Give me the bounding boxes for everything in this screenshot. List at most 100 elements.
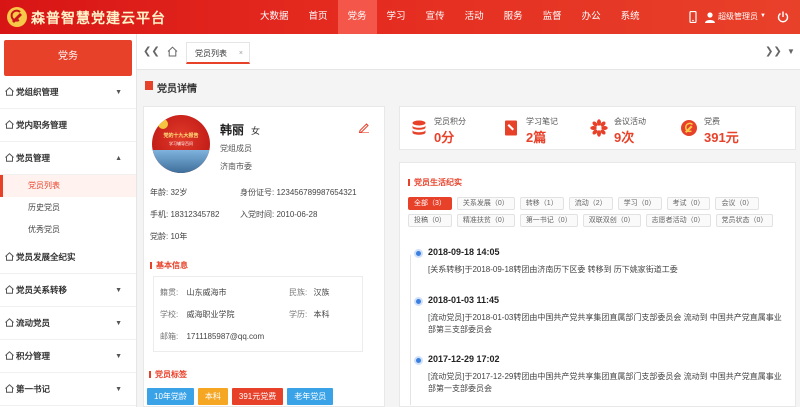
sidebar-item-label: 党组织管理 (16, 87, 59, 97)
home-icon (5, 120, 14, 129)
join-date-label: 入党时间: (240, 210, 275, 219)
edit-icon[interactable] (358, 121, 370, 133)
profile-card: 党的十九大报告 学习辅导百问 韩丽 女 党组成员 济南市委 年龄: 32岁 身份… (143, 106, 385, 407)
filter-first-secretary[interactable]: 第一书记（0） (519, 214, 578, 227)
filter-study[interactable]: 学习（0） (617, 197, 662, 210)
tab-bar: ❮❮ 党员列表 × ❯❯ ▼ (137, 34, 800, 70)
mobile-icon[interactable] (687, 11, 699, 23)
chevron-down-icon: ▼ (115, 287, 122, 294)
sidebar-item-label: 党员发展全纪实 (16, 252, 76, 262)
stat-value: 0分 (434, 130, 455, 145)
nav-item-study[interactable]: 学习 (377, 0, 416, 34)
nav-item-activity[interactable]: 活动 (455, 0, 494, 34)
join-date-value: 2010-06-28 (276, 210, 318, 219)
member-tags: 10年党龄 本科 391元党费 老年党员 (147, 388, 334, 405)
id-label: 身份证号: (240, 188, 275, 197)
sidebar-item-org-management[interactable]: 党组织管理 ▼ (0, 76, 136, 109)
filter-member-status[interactable]: 党员状态（0） (715, 214, 774, 227)
age-value: 32岁 (170, 188, 188, 197)
chevron-down-icon[interactable]: ▼ (787, 47, 795, 56)
member-role: 党组成员 (220, 144, 252, 153)
chevron-down-icon[interactable]: ▼ (760, 13, 766, 19)
nav-item-office[interactable]: 办公 (572, 0, 611, 34)
filter-exam[interactable]: 考试（0） (666, 197, 711, 210)
chevron-down-icon: ▼ (115, 386, 122, 393)
phone-row: 手机: 18312345782 (150, 209, 219, 220)
nav-item-supervision[interactable]: 监督 (533, 0, 572, 34)
school-label: 学校: (160, 310, 179, 319)
degree-label: 学历: (289, 310, 308, 319)
nav-item-bigdata[interactable]: 大数据 (250, 0, 299, 34)
school-row: 学校: 威海职业学院 (160, 309, 234, 320)
database-icon (412, 120, 426, 135)
timeline-dot (414, 356, 423, 365)
sidebar-item-label: 流动党员 (16, 318, 51, 328)
filter-submission[interactable]: 投稿（0） (408, 214, 452, 227)
sidebar-item-floating-members[interactable]: 流动党员 ▼ (0, 307, 136, 340)
filter-meeting[interactable]: 会议（0） (715, 197, 760, 210)
sidebar: 党务 党组织管理 ▼ 党内职务管理 党员管理 ▲ 党员列表 历史党员 优秀党员 … (0, 34, 137, 407)
nav-item-publicity[interactable]: 宣传 (416, 0, 455, 34)
sidebar-item-points-management[interactable]: 积分管理 ▼ (0, 340, 136, 373)
sidebar-header: 党务 (4, 40, 132, 76)
tab-label: 党员列表 (195, 49, 227, 58)
party-age-value: 10年 (170, 232, 188, 241)
event-text: [流动党员]于2018-01-03转团由中国共产党共享集团直属部门支部委员会 流… (428, 313, 782, 334)
event-date: 2017-12-29 17:02 (428, 354, 500, 364)
close-icon[interactable]: × (239, 43, 243, 65)
tab-member-list[interactable]: 党员列表 × (186, 42, 250, 64)
filter-relation[interactable]: 关系发展（0） (456, 197, 515, 210)
sidebar-item-development-record[interactable]: 党员发展全纪实 (0, 241, 136, 274)
nav-item-home[interactable]: 首页 (299, 0, 338, 34)
degree-value: 本科 (313, 310, 330, 319)
user-icon[interactable] (704, 11, 716, 23)
scroll-right-icon[interactable]: ❯❯ (765, 46, 782, 57)
filter-dual-link[interactable]: 双联双创（0） (582, 214, 641, 227)
user-name[interactable]: 超级管理员 (718, 11, 758, 22)
school-value: 威海职业学院 (186, 310, 235, 319)
sidebar-item-first-secretary[interactable]: 第一书记 ▼ (0, 373, 136, 406)
sidebar-subitem-member-list[interactable]: 党员列表 (0, 175, 136, 197)
flower-icon (590, 119, 608, 137)
age-row: 年龄: 32岁 (150, 187, 187, 198)
nav-item-service[interactable]: 服务 (494, 0, 533, 34)
timeline-dot (414, 297, 423, 306)
email-label: 邮箱: (160, 332, 179, 341)
event-text: [关系转移]于2018-09-18转团由济南历下区委 转移到 历下姚家街道工委 (428, 265, 678, 274)
event-text: [流动党员]于2017-12-29转团由中国共产党共享集团直属部门支部委员会 流… (428, 372, 782, 393)
sidebar-item-position-management[interactable]: 党内职务管理 (0, 109, 136, 142)
party-age-row: 党龄: 10年 (150, 231, 187, 242)
app-title: 森普智慧党建云平台 (31, 10, 166, 26)
filter-all[interactable]: 全部（3） (408, 197, 452, 210)
sidebar-subitem-history-members[interactable]: 历史党员 (0, 197, 136, 219)
logout-icon[interactable] (777, 11, 789, 23)
nav-item-party-affairs[interactable]: 党务 (337, 0, 377, 34)
origin-row: 籍贯: 山东威海市 (160, 287, 226, 298)
ethnic-row: 民族: 汉族 (289, 287, 329, 298)
filter-transfer[interactable]: 转移（1） (519, 197, 564, 210)
sidebar-subitem-excellent-members[interactable]: 优秀党员 (0, 219, 136, 241)
top-nav: 大数据 首页 党务 学习 宣传 活动 服务 监督 办公 系统 (250, 0, 650, 34)
ethnic-value: 汉族 (313, 288, 330, 297)
tag-degree: 本科 (197, 388, 228, 405)
main-content: 党员详情 党的十九大报告 学习辅导百问 韩丽 女 党组成员 济南市委 年龄: 3… (137, 70, 800, 407)
stat-value: 2篇 (526, 130, 547, 145)
stat-label: 会议活动 (614, 117, 646, 126)
home-icon[interactable] (167, 46, 178, 57)
age-label: 年龄: (150, 188, 169, 197)
stat-value: 9次 (614, 130, 635, 145)
nav-item-system[interactable]: 系统 (611, 0, 650, 34)
ethnic-label: 民族: (289, 288, 308, 297)
avatar-background (152, 150, 210, 173)
sidebar-item-relation-transfer[interactable]: 党员关系转移 ▼ (0, 274, 136, 307)
scroll-left-icon[interactable]: ❮❮ (143, 46, 160, 57)
filter-floating[interactable]: 流动（2） (568, 197, 613, 210)
filter-poverty[interactable]: 精准扶贫（0） (456, 214, 515, 227)
stat-label: 党费 (704, 117, 720, 126)
stat-label: 党员积分 (434, 117, 466, 126)
event-date: 2018-09-18 14:05 (428, 247, 500, 257)
filter-volunteer[interactable]: 志愿者活动（0） (645, 214, 711, 227)
sidebar-item-member-management[interactable]: 党员管理 ▲ (0, 142, 136, 175)
tag-dues: 391元党费 (231, 388, 284, 405)
sidebar-item-label: 积分管理 (16, 351, 51, 361)
